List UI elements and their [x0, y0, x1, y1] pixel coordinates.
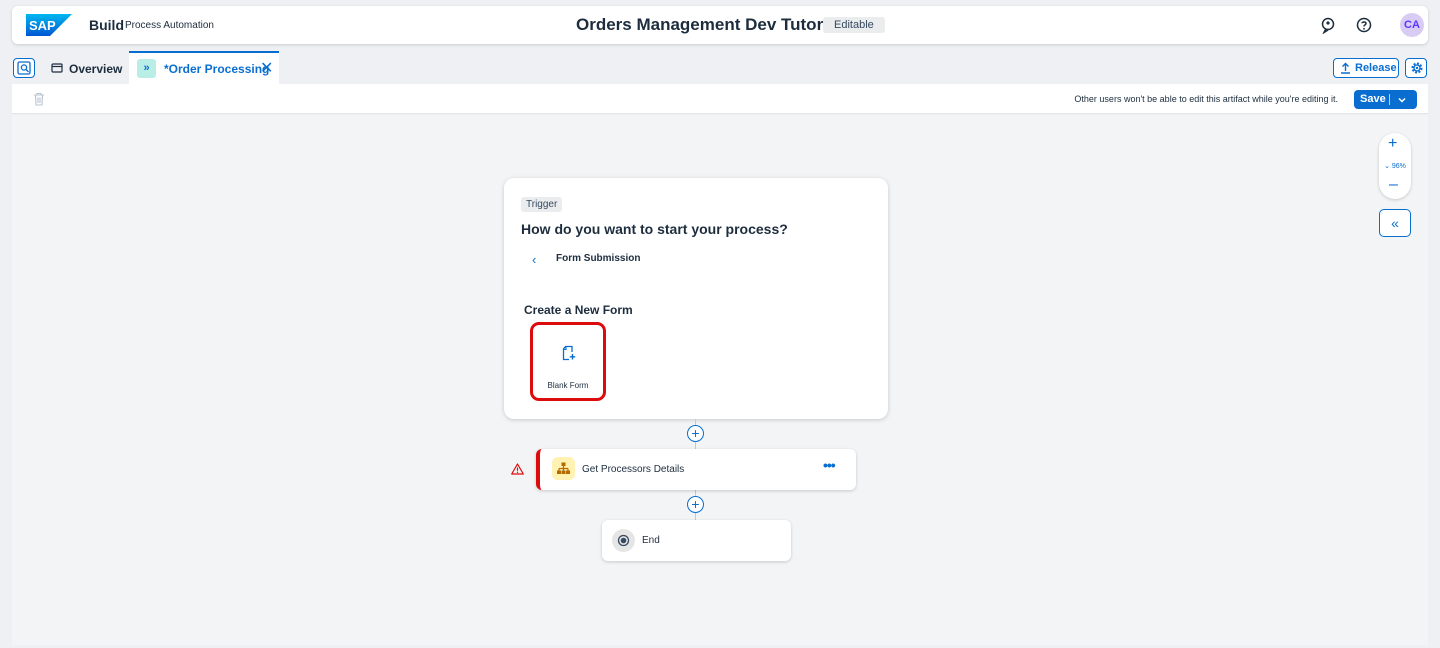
- overview-icon: [51, 63, 63, 73]
- step-card-end[interactable]: End: [602, 520, 791, 561]
- warning-icon[interactable]: [511, 463, 524, 475]
- end-icon: [612, 529, 635, 552]
- upload-icon: [1341, 62, 1350, 74]
- zoom-level[interactable]: ⌄ 96%: [1379, 162, 1411, 170]
- process-icon: »: [137, 59, 156, 78]
- blank-form-label: Blank Form: [547, 381, 589, 390]
- brand-name: Build: [89, 17, 124, 33]
- settings-button[interactable]: [1405, 58, 1427, 78]
- zoom-in-icon[interactable]: +: [1388, 135, 1397, 153]
- notifications-icon[interactable]: [1319, 16, 1337, 34]
- product-name: Process Automation: [125, 20, 214, 31]
- zoom-control: + ⌄ 96% –: [1379, 133, 1411, 199]
- project-title: Orders Management Dev Tutorial: [576, 15, 843, 34]
- decision-table-icon: [552, 457, 575, 480]
- add-step-button[interactable]: +: [687, 425, 704, 442]
- blank-form-option[interactable]: Blank Form: [530, 322, 606, 401]
- editor-toolbar: Other users won't be able to edit this a…: [12, 84, 1428, 114]
- trigger-question: How do you want to start your process?: [521, 221, 788, 237]
- trigger-tag: Trigger: [521, 197, 563, 212]
- svg-text:SAP: SAP: [29, 18, 56, 33]
- section-title: Create a New Form: [524, 303, 633, 317]
- add-step-button[interactable]: +: [687, 496, 704, 513]
- avatar[interactable]: CA: [1400, 13, 1424, 37]
- save-button[interactable]: Save: [1354, 90, 1417, 109]
- step-card-get-processors-details[interactable]: Get Processors Details •••: [536, 449, 856, 490]
- sap-logo[interactable]: SAP: [26, 14, 72, 36]
- release-button[interactable]: Release: [1333, 58, 1399, 78]
- step-label: End: [642, 535, 660, 546]
- collapse-panel-button[interactable]: «: [1379, 209, 1411, 237]
- chevron-down-icon[interactable]: [1396, 94, 1408, 106]
- tab-label: Overview: [69, 62, 123, 76]
- add-form-icon: [562, 345, 576, 361]
- search-artifacts-button[interactable]: [13, 58, 35, 78]
- trigger-selection: Form Submission: [556, 253, 641, 264]
- close-icon[interactable]: ✕: [260, 58, 273, 78]
- tab-order-processing[interactable]: » *Order Processing ✕: [129, 51, 279, 84]
- search-icon: [17, 61, 31, 75]
- shell-bar: SAP Build Process Automation Orders Mana…: [12, 6, 1428, 44]
- help-icon[interactable]: [1355, 16, 1373, 34]
- zoom-out-icon[interactable]: –: [1389, 176, 1398, 194]
- status-badge: Editable: [823, 17, 885, 33]
- tab-label: *Order Processing: [164, 62, 270, 76]
- trigger-card: Trigger How do you want to start your pr…: [504, 178, 888, 419]
- gear-icon: [1411, 62, 1423, 74]
- more-options-icon[interactable]: •••: [823, 457, 836, 473]
- step-label: Get Processors Details: [582, 464, 685, 475]
- back-chevron-icon[interactable]: ‹: [532, 252, 536, 267]
- edit-lock-note: Other users won't be able to edit this a…: [1074, 94, 1338, 104]
- delete-icon[interactable]: [33, 92, 45, 106]
- double-chevron-left-icon: «: [1391, 215, 1399, 231]
- tab-overview[interactable]: Overview: [40, 51, 126, 84]
